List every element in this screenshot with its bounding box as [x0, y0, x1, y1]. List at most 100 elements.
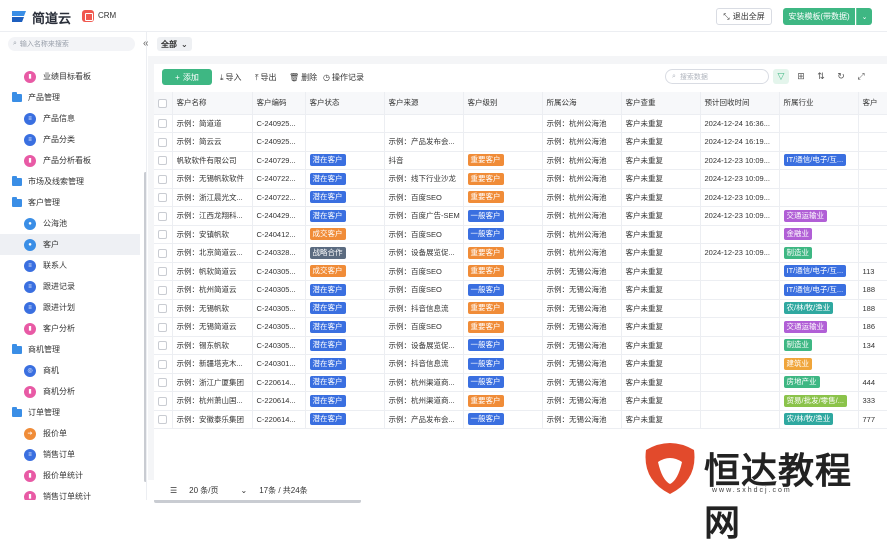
- row-checkbox[interactable]: [158, 193, 168, 202]
- row-checkbox[interactable]: [158, 396, 168, 406]
- install-dropdown-button[interactable]: ⌄: [856, 8, 872, 25]
- install-template-button[interactable]: 安装模板(带数据): [783, 8, 855, 25]
- row-checkbox-cell[interactable]: [154, 206, 173, 226]
- row-checkbox[interactable]: [158, 137, 168, 147]
- select-all-checkbox-cell[interactable]: [154, 92, 173, 115]
- table-row[interactable]: 示例：无锡帆软 C-240305... 潜在客户 示例：抖音信息流 重要客户 示例：无锡公…: [154, 299, 887, 318]
- row-checkbox-cell[interactable]: [154, 262, 173, 281]
- sidebar-item[interactable]: ≡ 跟进计划: [0, 297, 140, 318]
- table-row[interactable]: 示例：无锡帆软软件 C-240722... 潜在客户 示例：线下行业沙龙 重要客户 示例：…: [154, 169, 887, 189]
- row-checkbox-cell[interactable]: [154, 354, 173, 374]
- sidebar-item[interactable]: ◎ 商机: [0, 360, 140, 381]
- column-header[interactable]: 客户状态: [305, 92, 385, 115]
- column-header[interactable]: 客户级别: [463, 92, 543, 115]
- row-checkbox[interactable]: [158, 378, 168, 387]
- sidebar-item[interactable]: ▮ 报价单统计: [0, 465, 140, 486]
- table-row[interactable]: 示例：无锡简道云 C-240305... 潜在客户 示例：百度SEO 重要客户 示例：无锡…: [154, 317, 887, 337]
- table-row[interactable]: 示例：安镇帆软 C-240412... 成交客户 示例：百度SEO 一般客户 示例：杭州公…: [154, 225, 887, 244]
- row-checkbox[interactable]: [158, 119, 168, 128]
- sidebar-item[interactable]: ▮ 商机分析: [0, 381, 140, 402]
- sidebar-item[interactable]: ▮ 业绩目标看板: [0, 66, 140, 87]
- row-checkbox[interactable]: [158, 322, 168, 332]
- sidebar-item[interactable]: 产品管理: [0, 87, 140, 108]
- row-checkbox-cell[interactable]: [154, 317, 173, 337]
- sidebar-search-input[interactable]: ⌕ 输入名称来搜索: [8, 37, 135, 51]
- sidebar-item[interactable]: ≡ 联系人: [0, 255, 140, 276]
- row-checkbox-cell[interactable]: [154, 188, 173, 207]
- row-checkbox[interactable]: [158, 304, 168, 313]
- sidebar-item[interactable]: ≡ 产品信息: [0, 108, 140, 129]
- column-header[interactable]: 所属公海: [542, 92, 622, 115]
- row-checkbox[interactable]: [158, 359, 168, 369]
- sidebar-item[interactable]: ▮ 产品分析看板: [0, 150, 140, 171]
- column-header[interactable]: 客户来源: [384, 92, 464, 115]
- import-button[interactable]: ⤓ 导入: [220, 72, 242, 83]
- column-header[interactable]: 客户名称: [172, 92, 253, 115]
- table-row[interactable]: 示例：北京简道云... C-240328... 战略合作 示例：设备展览促... 重要客…: [154, 243, 887, 263]
- column-header[interactable]: 客户编码: [252, 92, 306, 115]
- row-checkbox-cell[interactable]: [154, 410, 173, 429]
- add-button[interactable]: + 添加: [162, 69, 212, 85]
- row-checkbox[interactable]: [158, 415, 168, 424]
- table-row[interactable]: 示例：浙江晨光文... C-240722... 潜在客户 示例：百度SEO 重要客户 示例…: [154, 188, 887, 207]
- sort-icon[interactable]: ⇅: [813, 69, 829, 84]
- row-checkbox-cell[interactable]: [154, 243, 173, 263]
- column-header[interactable]: 客户: [858, 92, 887, 115]
- row-checkbox[interactable]: [158, 267, 168, 276]
- sidebar-item[interactable]: ≡ 产品分类: [0, 129, 140, 150]
- page-size-select[interactable]: 20 条/页: [189, 485, 218, 496]
- row-checkbox-cell[interactable]: [154, 132, 173, 152]
- table-row[interactable]: 示例：江西龙翔科... C-240429... 潜在客户 示例：百度广告-SEM 一般客…: [154, 206, 887, 226]
- table-row[interactable]: 示例：杭州简道云 C-240305... 潜在客户 示例：百度SEO 一般客户 示例：无锡…: [154, 280, 887, 300]
- sidebar-item[interactable]: ≡ 销售订单: [0, 444, 140, 465]
- sidebar-item[interactable]: 市场及线索管理: [0, 171, 140, 192]
- row-checkbox-cell[interactable]: [154, 336, 173, 355]
- sidebar-item[interactable]: ➔ 报价单: [0, 423, 140, 444]
- fullscreen-icon[interactable]: ⤢: [853, 69, 869, 84]
- row-checkbox[interactable]: [158, 156, 168, 165]
- row-checkbox-cell[interactable]: [154, 169, 173, 189]
- sidebar-item[interactable]: ● 公海池: [0, 213, 140, 234]
- table-row[interactable]: 示例：安徽泰乐集团 C-220614... 潜在客户 示例：产品发布会... 一般客户 示…: [154, 410, 887, 429]
- row-checkbox[interactable]: [158, 341, 168, 350]
- row-checkbox-cell[interactable]: [154, 391, 173, 411]
- exit-fullscreen-button[interactable]: ⤡ 退出全屏: [716, 8, 772, 25]
- row-checkbox-cell[interactable]: [154, 280, 173, 300]
- table-row[interactable]: 示例：新疆塔克木... C-240301... 潜在客户 示例：抖音信息流 一般客户 示例…: [154, 354, 887, 374]
- table-row[interactable]: 示例：帆软简道云 C-240305... 成交客户 示例：百度SEO 重要客户 示例：无锡…: [154, 262, 887, 281]
- table-row[interactable]: 帆软软件有限公司 C-240729... 潜在客户 抖音 重要客户 示例：杭州公海池 客户未…: [154, 151, 887, 170]
- sidebar-item[interactable]: ▮ 销售订单统计: [0, 486, 140, 500]
- sidebar-item[interactable]: ● 客户: [0, 234, 140, 255]
- row-checkbox[interactable]: [158, 211, 168, 221]
- table-row[interactable]: 示例：浙江广厦集团 C-220614... 潜在客户 示例：杭州渠道商... 一般客户 示…: [154, 373, 887, 392]
- field-settings-icon[interactable]: ⊞: [793, 69, 809, 84]
- refresh-icon[interactable]: ↻: [833, 69, 849, 84]
- column-header[interactable]: 所属行业: [779, 92, 859, 115]
- scope-select[interactable]: 全部 ⌄: [157, 37, 192, 51]
- row-checkbox[interactable]: [158, 230, 168, 239]
- select-all-checkbox[interactable]: [158, 98, 168, 108]
- row-checkbox[interactable]: [158, 285, 168, 295]
- column-header[interactable]: 预计回收时间: [700, 92, 780, 115]
- table-row[interactable]: 示例：简道道 C-240925... 示例：杭州公海池 客户未重复 2024-12-24…: [154, 114, 887, 133]
- delete-button[interactable]: 🗑 删除: [289, 72, 317, 83]
- sidebar-item[interactable]: 订单管理: [0, 402, 140, 423]
- row-checkbox-cell[interactable]: [154, 299, 173, 318]
- column-header[interactable]: 客户查重: [621, 92, 701, 115]
- export-button[interactable]: ⤒ 导出: [255, 72, 277, 83]
- row-checkbox-cell[interactable]: [154, 151, 173, 170]
- sidebar-item[interactable]: 客户管理: [0, 192, 140, 213]
- row-checkbox[interactable]: [158, 248, 168, 258]
- table-row[interactable]: 示例：锡东帆软 C-240305... 潜在客户 示例：设备展览促... 一般客户 示例：…: [154, 336, 887, 355]
- table-row[interactable]: 示例：杭州萧山国... C-220614... 潜在客户 示例：杭州渠道商... 重要客…: [154, 391, 887, 411]
- sidebar-item[interactable]: ▮ 客户分析: [0, 318, 140, 339]
- row-checkbox-cell[interactable]: [154, 114, 173, 133]
- row-checkbox-cell[interactable]: [154, 373, 173, 392]
- sidebar-scrollbar[interactable]: [144, 172, 146, 482]
- operation-log-button[interactable]: ◷ 操作记录: [323, 72, 364, 83]
- filter-icon[interactable]: ▽: [773, 69, 789, 84]
- table-row[interactable]: 示例：简云云 C-240925... 示例：产品发布会... 示例：杭州公海池 客户未重…: [154, 132, 887, 152]
- row-checkbox[interactable]: [158, 174, 168, 184]
- table-search-input[interactable]: ⌕ 搜索数据: [665, 69, 769, 84]
- sidebar-item[interactable]: ≡ 跟进记录: [0, 276, 140, 297]
